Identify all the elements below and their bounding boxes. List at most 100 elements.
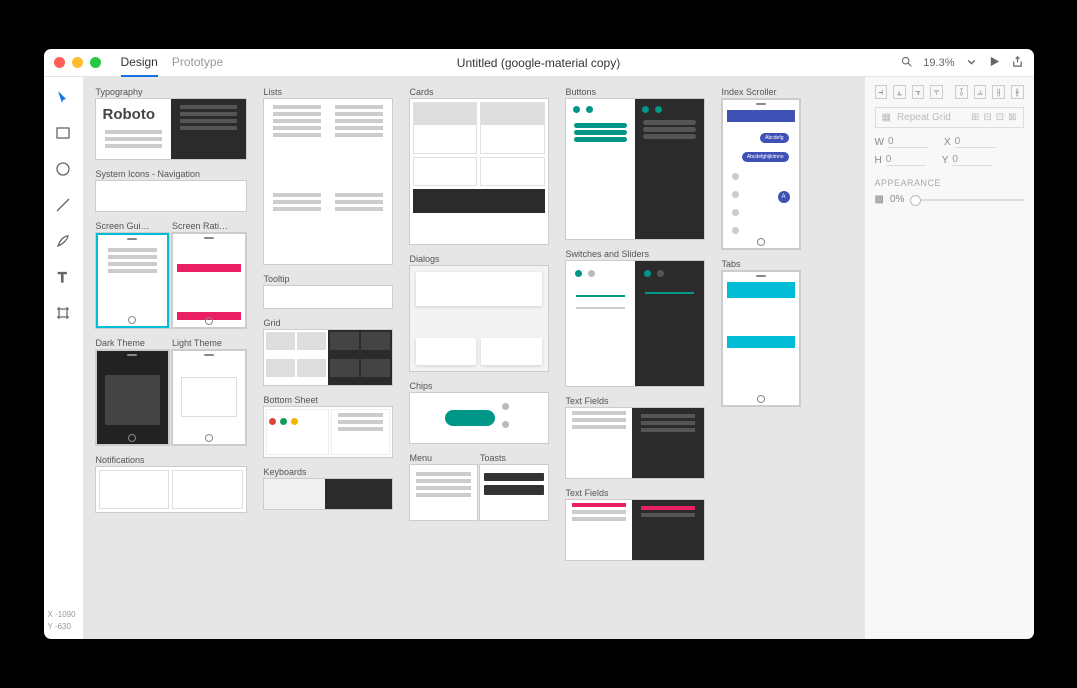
app-window: Design Prototype Untitled (google-materi… <box>44 49 1034 639</box>
artboard-toasts[interactable] <box>480 465 548 520</box>
width-input[interactable] <box>888 136 928 148</box>
artboard-label[interactable]: Dark Theme <box>96 338 170 348</box>
grid-icon: ▦ <box>882 112 891 123</box>
artboard-label[interactable]: Menu <box>410 453 478 463</box>
artboard-label[interactable]: Keyboards <box>264 467 392 477</box>
canvas[interactable]: Typography Roboto System Icons - Navigat… <box>84 77 864 639</box>
artboard-menu[interactable] <box>410 465 478 520</box>
pathfinder-exclude-icon[interactable]: ⊠ <box>1008 112 1016 123</box>
artboard-switches-sliders[interactable] <box>566 261 704 386</box>
artboard-index-scroller[interactable]: AbcdefgAbcdefghijklmno A <box>722 99 800 249</box>
artboard-label[interactable]: Text Fields <box>566 396 704 406</box>
artboard-label[interactable]: Bottom Sheet <box>264 395 392 405</box>
opacity-slider[interactable] <box>910 199 1023 201</box>
height-label: H <box>875 155 882 166</box>
height-input[interactable] <box>886 154 926 166</box>
artboard-label[interactable]: Buttons <box>566 87 704 97</box>
artboard-buttons[interactable] <box>566 99 704 239</box>
align-bottom-icon[interactable]: ⫨ <box>974 85 987 99</box>
play-icon[interactable] <box>988 55 1001 71</box>
y-label: Y <box>942 155 949 166</box>
artboard-grid[interactable] <box>264 330 392 385</box>
artboard-label[interactable]: Text Fields <box>566 488 704 498</box>
ellipse-tool[interactable] <box>53 159 73 179</box>
artboard-label[interactable]: Chips <box>410 381 548 391</box>
artboard-label[interactable]: System Icons - Navigation <box>96 169 246 179</box>
align-center-h-icon[interactable]: ⫠ <box>893 85 906 99</box>
artboard-keyboards[interactable] <box>264 479 392 509</box>
artboard-bottom-sheet[interactable] <box>264 407 392 457</box>
y-input[interactable] <box>952 154 992 166</box>
tab-design[interactable]: Design <box>121 49 158 77</box>
artboard-light-theme[interactable] <box>172 350 246 445</box>
align-middle-icon[interactable]: ⫱ <box>955 85 968 99</box>
x-input[interactable] <box>955 136 995 148</box>
line-tool[interactable] <box>53 195 73 215</box>
rectangle-tool[interactable] <box>53 123 73 143</box>
cursor-coordinates: X -1090 Y -630 <box>48 609 76 633</box>
artboard-label[interactable]: Grid <box>264 318 392 328</box>
titlebar: Design Prototype Untitled (google-materi… <box>44 49 1034 77</box>
artboard-tabs[interactable] <box>722 271 800 406</box>
align-controls: ⫞ ⫠ ⫟ ⫧ ⫱ ⫨ ⫲ ⫳ <box>875 85 1024 99</box>
artboard-system-icons[interactable] <box>96 181 246 211</box>
artboard-screen-guidelines[interactable] <box>96 233 170 328</box>
window-controls <box>54 57 101 68</box>
artboard-label[interactable]: Switches and Sliders <box>566 249 704 259</box>
artboard-label[interactable]: Toasts <box>480 453 548 463</box>
artboard-label[interactable]: Light Theme <box>172 338 246 348</box>
mode-tabs: Design Prototype <box>121 49 224 76</box>
text-tool[interactable]: T <box>53 267 73 287</box>
artboard-label[interactable]: Typography <box>96 87 246 97</box>
artboard-label[interactable]: Screen Rati… <box>172 221 246 231</box>
artboard-label[interactable]: Screen Gui… <box>96 221 170 231</box>
artboard-notifications[interactable] <box>96 467 246 512</box>
align-right-icon[interactable]: ⫟ <box>912 85 925 99</box>
distribute-h-icon[interactable]: ⫲ <box>992 85 1005 99</box>
artboard-cards[interactable] <box>410 99 548 244</box>
tab-prototype[interactable]: Prototype <box>172 49 223 76</box>
pathfinder-intersect-icon[interactable]: ⊡ <box>996 112 1004 123</box>
artboard-label[interactable]: Dialogs <box>410 254 548 264</box>
search-icon[interactable] <box>900 55 913 71</box>
opacity-value[interactable]: 0% <box>890 194 904 205</box>
distribute-v-icon[interactable]: ⫳ <box>1011 85 1024 99</box>
zoom-level[interactable]: 19.3% <box>923 57 954 69</box>
artboard-chips[interactable] <box>410 393 548 443</box>
toolbar: T X -1090 Y -630 <box>44 77 84 639</box>
artboard-label[interactable]: Notifications <box>96 455 246 465</box>
close-button[interactable] <box>54 57 65 68</box>
artboard-dialogs[interactable] <box>410 266 548 371</box>
pathfinder-add-icon[interactable]: ⊞ <box>971 112 979 123</box>
pen-tool[interactable] <box>53 231 73 251</box>
repeat-grid-button[interactable]: ▦ Repeat Grid ⊞ ⊟ ⊡ ⊠ <box>875 107 1024 128</box>
share-icon[interactable] <box>1011 55 1024 71</box>
align-left-icon[interactable]: ⫞ <box>875 85 888 99</box>
align-top-icon[interactable]: ⫧ <box>930 85 943 99</box>
artboard-dark-theme[interactable] <box>96 350 170 445</box>
appearance-heading: Appearance <box>875 178 1024 188</box>
svg-text:T: T <box>58 269 67 285</box>
pathfinder-subtract-icon[interactable]: ⊟ <box>983 112 991 123</box>
chevron-down-icon[interactable] <box>965 55 978 71</box>
document-title: Untitled (google-material copy) <box>457 56 620 70</box>
roboto-heading: Roboto <box>99 102 168 127</box>
artboard-label[interactable]: Tooltip <box>264 274 392 284</box>
select-tool[interactable] <box>53 87 73 107</box>
artboard-label[interactable]: Index Scroller <box>722 87 800 97</box>
artboard-tool[interactable] <box>53 303 73 323</box>
artboard-lists[interactable] <box>264 99 392 264</box>
opacity-checker-icon: ▩ <box>875 194 884 205</box>
artboard-text-fields-2[interactable] <box>566 500 704 560</box>
artboard-tooltip[interactable] <box>264 286 392 308</box>
artboard-label[interactable]: Cards <box>410 87 548 97</box>
artboard-screen-ratio[interactable] <box>172 233 246 328</box>
minimize-button[interactable] <box>72 57 83 68</box>
width-label: W <box>875 137 884 148</box>
artboard-typography[interactable]: Roboto <box>96 99 246 159</box>
artboard-label[interactable]: Lists <box>264 87 392 97</box>
zoom-button[interactable] <box>90 57 101 68</box>
x-label: X <box>944 137 951 148</box>
artboard-text-fields[interactable] <box>566 408 704 478</box>
artboard-label[interactable]: Tabs <box>722 259 800 269</box>
